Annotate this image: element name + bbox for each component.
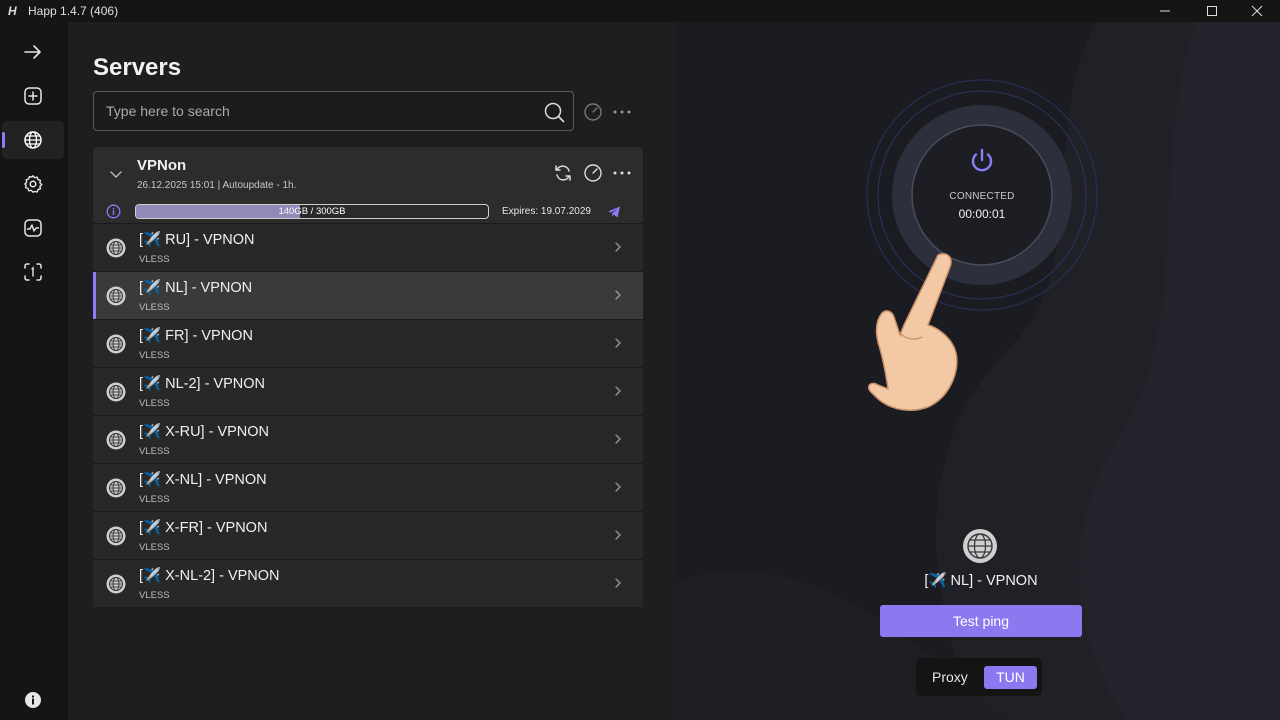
sidebar-item-about[interactable] [2,681,64,719]
chevron-right-icon[interactable] [613,289,623,301]
globe-icon [24,131,42,149]
chevron-down-icon[interactable] [109,167,123,181]
globe-icon [106,430,126,450]
traffic-progress: 140GB / 300GB [135,204,489,219]
group-header[interactable]: VPNon 26.12.2025 15:01 | Autoupdate - 1h… [93,147,643,223]
chevron-right-icon[interactable] [613,529,623,541]
server-row[interactable]: [✈️ X-RU] - VPNON VLESS [93,415,643,463]
chevron-right-icon[interactable] [613,337,623,349]
server-protocol: VLESS [139,542,170,553]
close-icon [1251,5,1263,17]
sidebar-item-add[interactable] [2,77,64,115]
page-title: Servers [93,54,182,81]
refresh-icon[interactable] [553,163,573,183]
telegram-icon[interactable] [607,205,621,219]
server-name: [✈️ RU] - VPNON [139,232,255,248]
server-name: [✈️ FR] - VPNON [139,328,253,344]
arrow-right-icon [24,45,41,59]
window-title: Happ 1.4.7 (406) [28,4,119,18]
sidebar-item-connect[interactable] [2,33,64,71]
sidebar-item-scan[interactable] [2,253,64,291]
servers-panel: Servers VPNon 26.12.2025 15:01 | Autoupd… [68,22,676,720]
server-protocol: VLESS [139,590,170,601]
globe-icon [106,574,126,594]
mode-toggle: Proxy TUN [916,658,1042,696]
server-row[interactable]: [✈️ X-NL] - VPNON VLESS [93,463,643,511]
mode-tun-option[interactable]: TUN [984,666,1037,689]
speedometer-icon[interactable] [583,102,603,122]
globe-icon [106,526,126,546]
search-icon[interactable] [543,101,565,123]
maximize-button[interactable] [1189,0,1235,22]
connection-status: CONNECTED [949,191,1015,202]
chevron-right-icon[interactable] [613,481,623,493]
chevron-right-icon[interactable] [613,577,623,589]
add-square-icon [24,87,42,105]
group-subtitle: 26.12.2025 15:01 | Autoupdate - 1h. [137,180,297,191]
globe-icon [106,334,126,354]
server-row[interactable]: [✈️ X-NL-2] - VPNON VLESS [93,559,643,607]
server-protocol: VLESS [139,350,170,361]
activity-icon [24,219,42,237]
more-icon[interactable] [612,102,632,122]
current-server-name: [✈️ NL] - VPNON [924,573,1038,589]
server-list: [✈️ RU] - VPNON VLESS [✈️ NL] - VPNON VLESS… [93,223,643,607]
server-row[interactable]: [✈️ X-FR] - VPNON VLESS [93,511,643,559]
server-row[interactable]: [✈️ RU] - VPNON VLESS [93,223,643,271]
info-icon [25,692,41,708]
sidebar-item-servers[interactable] [2,121,64,159]
minimize-icon [1160,10,1170,12]
server-protocol: VLESS [139,446,170,457]
sidebar-item-stats[interactable] [2,209,64,247]
server-row[interactable]: [✈️ FR] - VPNON VLESS [93,319,643,367]
globe-icon [106,238,126,258]
more-icon[interactable] [612,163,632,183]
server-group: VPNon 26.12.2025 15:01 | Autoupdate - 1h… [93,147,643,607]
power-icon [971,148,993,172]
close-button[interactable] [1234,0,1280,22]
server-protocol: VLESS [139,302,170,313]
server-protocol: VLESS [139,494,170,505]
speedometer-icon[interactable] [583,163,603,183]
chevron-right-icon[interactable] [613,433,623,445]
subscription-info-bar: 140GB / 300GB Expires: 19.07.2029 [93,201,643,223]
server-name: [✈️ NL] - VPNON [139,280,253,296]
server-name: [✈️ X-NL-2] - VPNON [139,568,280,584]
globe-icon [106,478,126,498]
server-protocol: VLESS [139,254,170,265]
server-name: [✈️ NL-2] - VPNON [139,376,266,392]
server-name: [✈️ X-NL] - VPNON [139,472,267,488]
pointing-hand-icon [867,253,958,411]
chevron-right-icon[interactable] [613,385,623,397]
globe-icon [106,286,126,306]
title-bar: H Happ 1.4.7 (406) [0,0,1280,22]
mode-proxy-option[interactable]: Proxy [932,669,968,685]
server-protocol: VLESS [139,398,170,409]
group-name: VPNon [137,157,187,174]
sidebar [0,22,68,720]
maximize-icon [1207,6,1217,16]
power-button[interactable]: CONNECTED 00:00:01 [912,125,1052,265]
globe-icon [106,382,126,402]
current-server-globe-icon [963,529,997,563]
server-name: [✈️ X-FR] - VPNON [139,520,268,536]
scan-icon [24,263,42,281]
expiry-date: Expires: 19.07.2029 [502,206,591,217]
search-box [93,91,574,131]
chevron-right-icon[interactable] [613,241,623,253]
test-ping-button[interactable]: Test ping [880,605,1082,637]
app-logo: H [8,4,17,18]
sidebar-item-settings[interactable] [2,165,64,203]
search-input[interactable] [94,92,534,130]
server-row[interactable]: [✈️ NL-2] - VPNON VLESS [93,367,643,415]
gear-icon [24,175,43,193]
info-icon[interactable] [106,204,121,219]
server-name: [✈️ X-RU] - VPNON [139,424,270,440]
traffic-label: 140GB / 300GB [278,206,346,217]
connection-panel: CONNECTED 00:00:01 [✈️ NL] - VPNON Test … [676,22,1280,720]
minimize-button[interactable] [1142,0,1188,22]
server-row[interactable]: [✈️ NL] - VPNON VLESS [93,271,643,319]
connection-timer: 00:00:01 [958,207,1006,221]
